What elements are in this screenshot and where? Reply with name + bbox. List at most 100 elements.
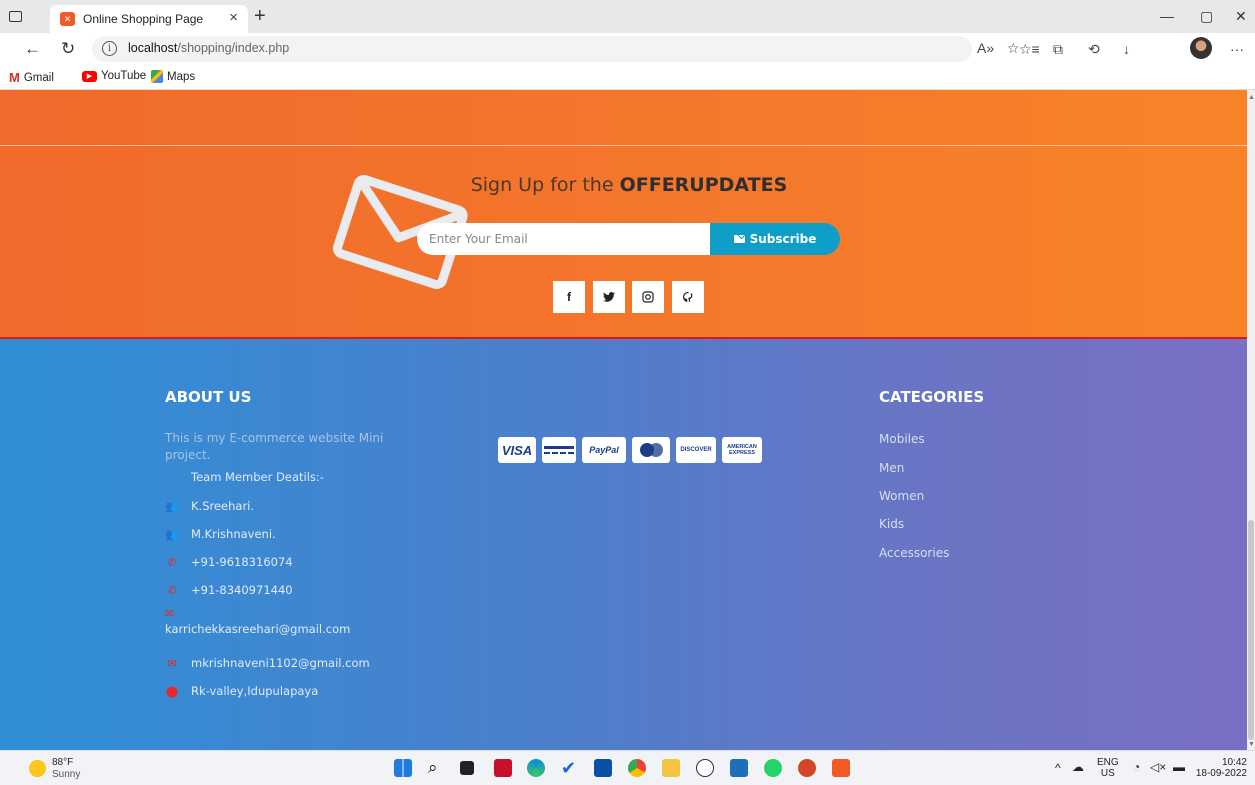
paypal-card-icon: PayPal	[582, 437, 626, 463]
more-menu-icon[interactable]: ···	[1230, 41, 1244, 57]
member-row: 👥 K.Sreehari.	[165, 499, 255, 513]
newsletter-title: Sign Up for the OFFERUPDATES	[470, 174, 788, 196]
amex-card-icon: AMERICAN EXPRESS	[722, 437, 762, 463]
wifi-icon[interactable]: ◔	[1133, 761, 1140, 773]
visa-card-icon: VISA	[498, 437, 536, 463]
browser-tab[interactable]: ✕ Online Shopping Page ×	[50, 5, 248, 33]
phone-row: ✆ +91-8340971440	[165, 583, 292, 597]
close-window-icon[interactable]: ✕	[1235, 8, 1247, 24]
refresh-icon[interactable]: ↻	[61, 39, 75, 59]
todo-icon[interactable]: ✔	[561, 759, 579, 777]
scroll-thumb[interactable]	[1248, 520, 1254, 740]
address-toolbar: ← ↻ i localhost/shopping/index.php A» ☆ …	[0, 33, 1255, 65]
category-link-accessories[interactable]: Accessories	[879, 546, 949, 560]
site-info-icon[interactable]: i	[102, 41, 117, 56]
store-icon[interactable]	[594, 759, 612, 777]
tab-close-icon[interactable]: ×	[229, 10, 238, 26]
calculator-icon[interactable]	[730, 759, 748, 777]
youtube-icon: ▶	[82, 70, 97, 82]
read-aloud-icon[interactable]: A»	[977, 40, 994, 56]
category-link-women[interactable]: Women	[879, 489, 924, 503]
collections-icon[interactable]: ⧉	[1053, 41, 1063, 57]
profile-avatar[interactable]	[1190, 37, 1212, 59]
email-row[interactable]: ✉ mkrishnaveni1102@gmail.com	[165, 656, 369, 670]
bookmark-maps[interactable]: Maps	[151, 70, 195, 83]
section-divider	[0, 145, 1247, 146]
category-link-mobiles[interactable]: Mobiles	[879, 432, 925, 446]
mcafee-icon[interactable]	[494, 759, 512, 777]
member-row: 👥 M.Krishnaveni.	[165, 527, 276, 541]
weather-temp[interactable]: 88°F	[52, 757, 73, 768]
discover-card-icon: DISCOVER	[676, 437, 716, 463]
history-icon[interactable]: ⟲	[1088, 41, 1100, 57]
powerpoint-icon[interactable]	[798, 759, 816, 777]
new-tab-icon[interactable]: +	[254, 4, 266, 28]
volume-icon[interactable]: ◁×	[1150, 761, 1166, 773]
search-icon[interactable]: ⌕	[428, 759, 446, 777]
weather-sun-icon[interactable]	[29, 760, 46, 777]
add-favorite-icon[interactable]: ☆	[1007, 40, 1020, 56]
minimize-icon[interactable]: —	[1160, 8, 1174, 24]
battery-icon[interactable]: ▬	[1173, 761, 1185, 773]
language-indicator[interactable]: ENG US	[1097, 757, 1119, 779]
tab-bar: ✕ Online Shopping Page × + — ▢ ✕	[0, 0, 1255, 33]
page-viewport: Sign Up for the OFFERUPDATES Subscribe f…	[0, 90, 1247, 750]
phone-icon: ✆	[167, 555, 177, 569]
task-view-icon[interactable]	[460, 761, 474, 775]
subscribe-button[interactable]: Subscribe	[710, 223, 840, 255]
tab-actions-icon[interactable]	[9, 11, 22, 22]
restore-icon[interactable]: ▢	[1200, 8, 1213, 24]
team-heading: Team Member Deatils:-	[191, 470, 324, 484]
tab-title: Online Shopping Page	[83, 12, 204, 26]
facebook-button[interactable]: f	[553, 281, 585, 313]
users-icon: 👥	[165, 527, 179, 541]
scroll-down-icon[interactable]: ▼	[1248, 741, 1255, 748]
back-icon[interactable]: ←	[24, 39, 41, 59]
about-description: This is my E-commerce website Mini proje…	[165, 431, 384, 462]
users-icon: 👥	[165, 499, 179, 513]
clock[interactable]: 10:42 18-09-2022	[1195, 757, 1247, 779]
envelope-outline-icon: ✉	[165, 607, 175, 620]
xampp-icon[interactable]	[832, 759, 850, 777]
chrome-icon[interactable]	[628, 759, 646, 777]
page-scrollbar[interactable]: ▲ ▼	[1247, 90, 1255, 750]
twitter-icon	[603, 292, 615, 302]
windows-taskbar: 88°F Sunny ⌕ ✔ ^ ☁ ENG US ◔ ◁× ▬ 10:42 18-…	[0, 750, 1255, 785]
weather-condition[interactable]: Sunny	[52, 769, 80, 780]
email-row[interactable]: ✉ karrichekkasreehari@gmail.com	[165, 607, 350, 636]
onedrive-icon[interactable]: ☁	[1072, 761, 1084, 773]
github-button[interactable]	[672, 281, 704, 313]
xampp-favicon-icon: ✕	[60, 12, 75, 26]
map-marker-icon: ⬤	[165, 684, 179, 698]
gmail-icon: M	[9, 70, 20, 85]
github-icon	[683, 291, 693, 303]
about-title: ABOUT US	[165, 388, 252, 406]
bookmark-gmail[interactable]: M Gmail	[9, 70, 54, 85]
url-text: localhost/shopping/index.php	[128, 41, 290, 55]
payment-cards: VISA PayPal DISCOVER AMERICAN EXPRESS	[498, 437, 762, 463]
whatsapp-icon[interactable]	[764, 759, 782, 777]
start-menu-icon[interactable]	[394, 759, 412, 777]
downloads-icon[interactable]: ↓	[1123, 41, 1130, 57]
category-link-kids[interactable]: Kids	[879, 517, 904, 531]
dell-icon[interactable]	[696, 759, 714, 777]
category-link-men[interactable]: Men	[879, 461, 904, 475]
tray-overflow-icon[interactable]: ^	[1055, 762, 1061, 774]
favorites-icon[interactable]: ☆≡	[1019, 41, 1040, 57]
envelope-small-icon	[733, 235, 745, 243]
maps-icon	[151, 70, 163, 83]
scroll-up-icon[interactable]: ▲	[1248, 94, 1255, 101]
newsletter-email-input[interactable]	[417, 223, 710, 255]
newsletter-section: Sign Up for the OFFERUPDATES Subscribe f	[0, 90, 1247, 339]
bookmark-youtube[interactable]: ▶ YouTube	[82, 70, 146, 82]
envelope-outline-icon: ✉	[167, 656, 177, 670]
address-bar[interactable]: i localhost/shopping/index.php A» ☆	[92, 36, 1020, 62]
file-explorer-icon[interactable]	[662, 759, 680, 777]
twitter-button[interactable]	[593, 281, 625, 313]
site-footer: ABOUT US This is my E-commerce website M…	[0, 339, 1247, 750]
instagram-button[interactable]	[632, 281, 664, 313]
phone-icon: ✆	[167, 583, 177, 597]
categories-title: CATEGORIES	[879, 388, 985, 406]
edge-icon[interactable]	[527, 759, 545, 777]
credit-card-icon	[542, 437, 576, 463]
